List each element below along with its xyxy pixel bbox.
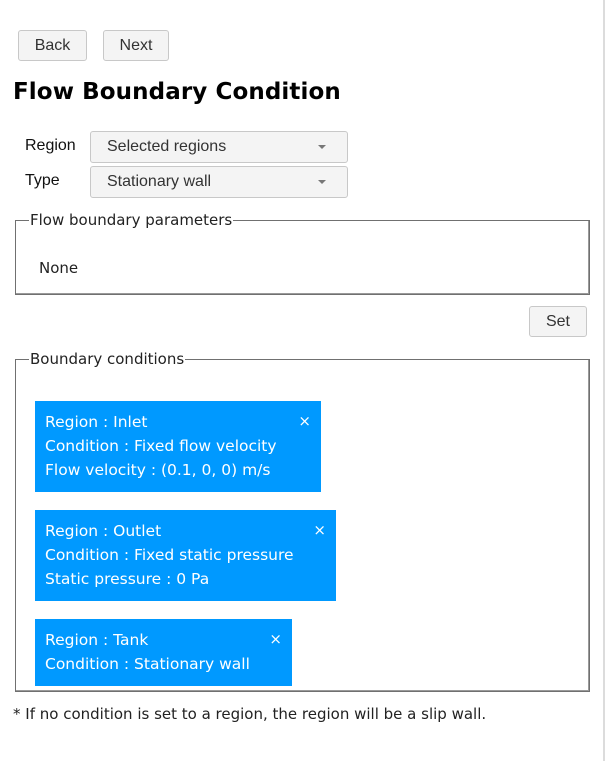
next-button[interactable]: Next bbox=[103, 30, 169, 61]
close-icon[interactable]: × bbox=[269, 629, 282, 649]
type-label: Type bbox=[25, 172, 60, 189]
boundary-condition-card: Region : Inlet Condition : Fixed flow ve… bbox=[35, 401, 321, 492]
card-condition-line: Condition : Stationary wall bbox=[45, 655, 250, 673]
card-value-line: Static pressure : 0 Pa bbox=[45, 570, 210, 588]
card-condition-line: Condition : Fixed flow velocity bbox=[45, 437, 277, 455]
region-label: Region bbox=[25, 137, 76, 154]
card-condition-line: Condition : Fixed static pressure bbox=[45, 546, 294, 564]
boundary-condition-card: Region : Outlet Condition : Fixed static… bbox=[35, 510, 336, 601]
close-icon[interactable]: × bbox=[313, 520, 326, 540]
boundary-conditions-legend: Boundary conditions bbox=[30, 350, 185, 368]
panel-edge bbox=[603, 0, 605, 761]
region-select-value: Selected regions bbox=[107, 138, 227, 155]
caret-down-icon bbox=[318, 180, 326, 184]
back-button[interactable]: Back bbox=[18, 30, 87, 61]
flow-boundary-parameters-legend: Flow boundary parameters bbox=[30, 211, 233, 229]
card-region-line: Region : Inlet bbox=[45, 413, 148, 431]
type-select-value: Stationary wall bbox=[107, 173, 212, 190]
footnote: * If no condition is set to a region, th… bbox=[13, 705, 487, 723]
region-select[interactable]: Selected regions bbox=[90, 131, 348, 163]
parameters-value: None bbox=[39, 259, 79, 277]
close-icon[interactable]: × bbox=[298, 411, 311, 431]
boundary-conditions-group: Boundary conditions Region : Inlet Condi… bbox=[15, 350, 590, 692]
type-select[interactable]: Stationary wall bbox=[90, 166, 348, 198]
card-value-line: Flow velocity : (0.1, 0, 0) m/s bbox=[45, 461, 271, 479]
caret-down-icon bbox=[318, 145, 326, 149]
boundary-condition-card: Region : Tank Condition : Stationary wal… bbox=[35, 619, 292, 686]
card-region-line: Region : Outlet bbox=[45, 522, 162, 540]
set-button[interactable]: Set bbox=[529, 306, 587, 337]
card-region-line: Region : Tank bbox=[45, 631, 149, 649]
flow-boundary-parameters-group: Flow boundary parameters None bbox=[15, 211, 590, 295]
page-title: Flow Boundary Condition bbox=[13, 79, 341, 105]
